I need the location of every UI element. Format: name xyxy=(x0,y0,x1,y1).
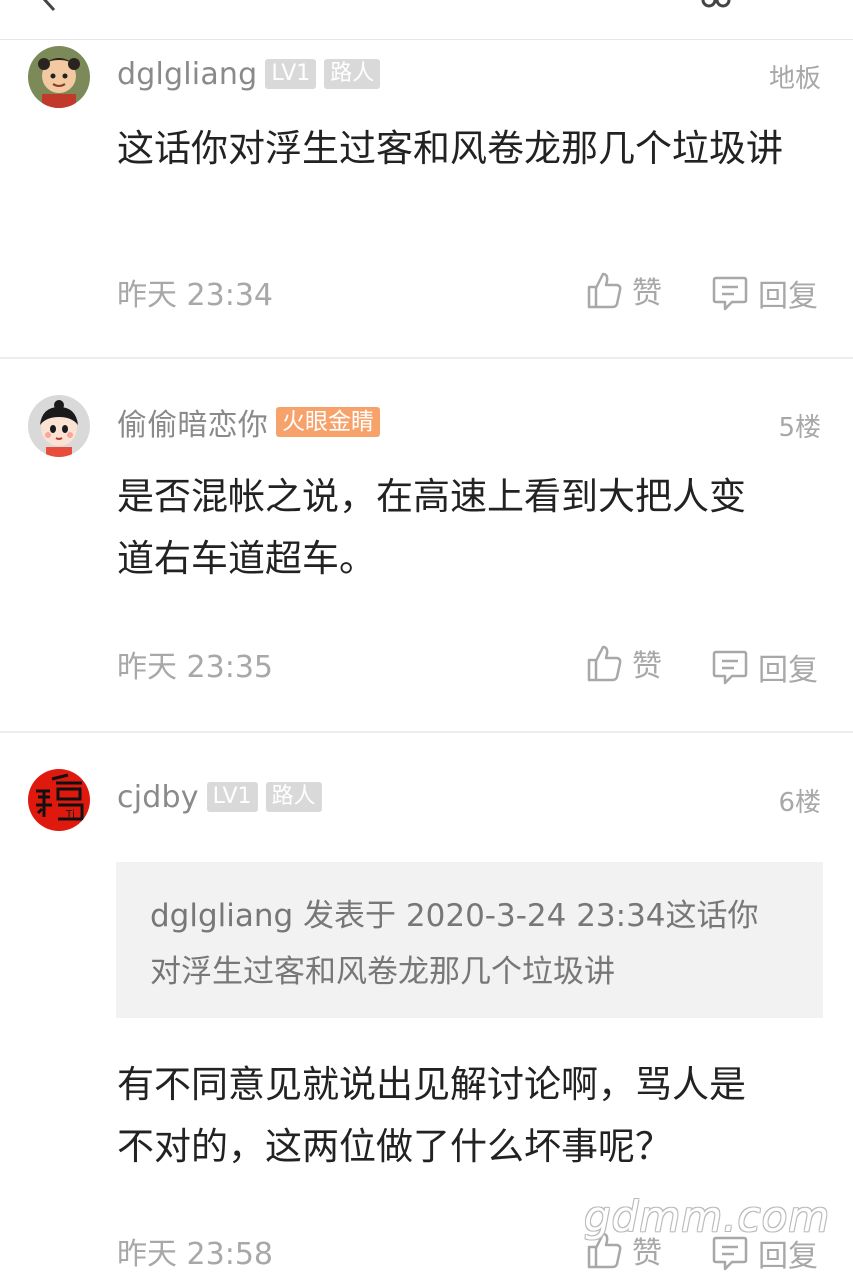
rank-badge: 路人 xyxy=(265,782,322,812)
quoted-reply[interactable]: dglgliang 发表于 2020-3-24 23:34这话你对浮生过客和风卷… xyxy=(116,862,823,1018)
user-row: 偷偷暗恋你 火眼金睛 xyxy=(117,400,380,444)
user-row: cjdby LV1 路人 xyxy=(117,777,322,817)
top-bar xyxy=(0,0,853,40)
svg-text:Tj: Tj xyxy=(65,809,75,820)
comment-time: 昨天 23:35 xyxy=(117,650,273,685)
like-button[interactable]: 赞 xyxy=(586,268,662,312)
share-icon[interactable] xyxy=(699,0,733,16)
comment-time: 昨天 23:34 xyxy=(117,278,273,313)
reply-label: 回复 xyxy=(758,653,818,688)
divider xyxy=(0,731,853,733)
username[interactable]: dglgliang xyxy=(117,57,257,92)
reply-button[interactable]: 回复 xyxy=(712,645,818,689)
comment-time: 昨天 23:58 xyxy=(117,1237,273,1272)
divider xyxy=(0,357,853,359)
username[interactable]: 偷偷暗恋你 xyxy=(117,400,268,444)
title-badge: 火眼金睛 xyxy=(276,407,380,437)
back-arrow-icon[interactable] xyxy=(36,0,62,16)
rank-badge: 路人 xyxy=(324,59,381,89)
floor-label: 地板 xyxy=(768,64,821,94)
level-badge: LV1 xyxy=(265,59,317,89)
thumbs-up-icon xyxy=(587,272,622,309)
reply-button[interactable]: 回复 xyxy=(712,271,818,315)
like-label: 赞 xyxy=(632,649,662,684)
comment-content: 这话你对浮生过客和风卷龙那几个垃圾讲 xyxy=(117,127,783,170)
like-button[interactable]: 赞 xyxy=(586,641,662,685)
comment-bubble-icon xyxy=(712,276,748,311)
avatar[interactable] xyxy=(28,46,90,108)
user-row: dglgliang LV1 路人 xyxy=(117,54,381,94)
avatar[interactable] xyxy=(28,395,90,457)
comment-content: 是否混帐之说，在高速上看到大把人变道右车道超车。 xyxy=(117,475,746,580)
comment-bubble-icon xyxy=(712,650,748,685)
watermark: gdmm.com xyxy=(584,1192,831,1241)
comment-content: 有不同意见就说出见解讨论啊，骂人是不对的，这两位做了什么坏事呢？ xyxy=(117,1063,746,1168)
like-label: 赞 xyxy=(632,276,662,311)
reply-label: 回复 xyxy=(758,279,818,314)
avatar[interactable]: Tj xyxy=(28,769,90,831)
username[interactable]: cjdby xyxy=(117,780,199,815)
level-badge: LV1 xyxy=(206,782,258,812)
floor-label: 5楼 xyxy=(778,413,821,443)
thumbs-up-icon xyxy=(587,645,622,682)
floor-label: 6楼 xyxy=(778,788,821,818)
